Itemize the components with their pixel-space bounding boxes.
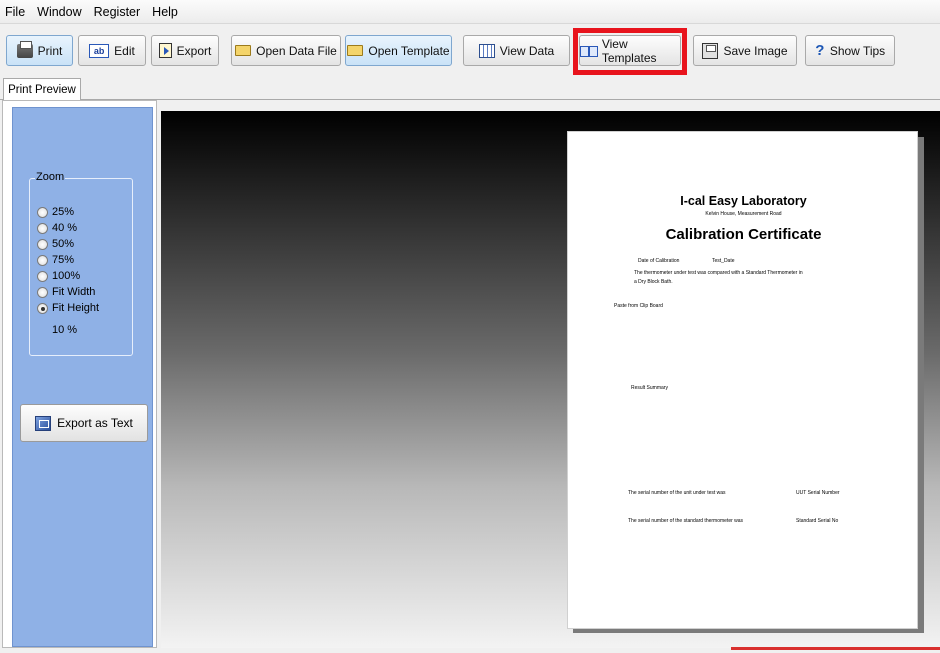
intro-line-2: a Dry Block Bath. bbox=[634, 279, 673, 285]
floppy-disk-icon bbox=[702, 42, 719, 59]
paste-note: Paste from Clip Board bbox=[614, 303, 663, 309]
open-data-file-button[interactable]: Open Data File bbox=[231, 35, 341, 66]
radio-button[interactable] bbox=[37, 238, 48, 250]
radio-button[interactable] bbox=[37, 254, 48, 266]
status-accent-line bbox=[731, 647, 940, 650]
date-value: Test_Date bbox=[712, 258, 735, 264]
print-label: Print bbox=[37, 43, 63, 58]
radio-button[interactable] bbox=[37, 270, 48, 282]
edit-label: Edit bbox=[114, 43, 135, 58]
toolbar: Print ab Edit Export Open Data File Open… bbox=[0, 29, 940, 71]
zoom-option-40[interactable]: 40 % bbox=[37, 222, 77, 234]
show-tips-button[interactable]: ? Show Tips bbox=[805, 35, 895, 66]
question-mark-icon: ? bbox=[815, 41, 825, 59]
menu-file[interactable]: File bbox=[2, 5, 34, 19]
left-panel-inner: Zoom 25% 40 % 50% 75% 100% Fit Width Fit… bbox=[12, 107, 153, 647]
lab-name: I-cal Easy Laboratory bbox=[680, 194, 807, 208]
serial-std-text: The serial number of the standard thermo… bbox=[628, 518, 744, 524]
zoom-option-label: 25% bbox=[52, 206, 75, 218]
zoom-option-fit-width[interactable]: Fit Width bbox=[37, 286, 95, 298]
serial-std-value: Standard Serial No bbox=[796, 518, 839, 524]
export-button[interactable]: Export bbox=[151, 35, 219, 66]
serial-unit-text: The serial number of the unit under test… bbox=[628, 490, 726, 496]
lab-address: Kelvin House, Measurement Road bbox=[705, 211, 782, 217]
menu-bar: File Window Register Help bbox=[0, 0, 940, 24]
left-panel: Zoom 25% 40 % 50% 75% 100% Fit Width Fit… bbox=[2, 100, 157, 648]
radio-button[interactable] bbox=[37, 206, 48, 218]
open-template-button[interactable]: Open Template bbox=[345, 35, 452, 66]
export-as-text-label: Export as Text bbox=[57, 416, 133, 430]
export-icon bbox=[158, 43, 172, 58]
zoom-option-label: 50% bbox=[52, 238, 75, 250]
app-window: File Window Register Help Print ab Edit … bbox=[0, 0, 940, 653]
printer-icon bbox=[16, 40, 33, 58]
print-button[interactable]: Print bbox=[6, 35, 73, 66]
intro-line-1: The thermometer under test was compared … bbox=[634, 270, 803, 276]
view-data-button[interactable]: View Data bbox=[463, 35, 570, 66]
tab-strip: Print Preview bbox=[0, 76, 940, 101]
export-label: Export bbox=[176, 43, 212, 58]
zoom-option-label: Fit Width bbox=[52, 286, 96, 298]
tab-print-preview[interactable]: Print Preview bbox=[3, 78, 81, 101]
menu-help[interactable]: Help bbox=[149, 5, 187, 19]
radio-button-selected[interactable] bbox=[37, 302, 48, 314]
certificate-title: Calibration Certificate bbox=[665, 226, 822, 243]
open-data-file-label: Open Data File bbox=[256, 43, 337, 58]
zoom-option-label: Fit Height bbox=[52, 302, 100, 314]
zoom-option-100[interactable]: 100% bbox=[37, 270, 80, 282]
zoom-option-fit-height[interactable]: Fit Height bbox=[37, 302, 99, 314]
result-summary-label: Result Summary bbox=[631, 385, 668, 391]
zoom-option-75[interactable]: 75% bbox=[37, 254, 74, 266]
serial-unit-value: UUT Serial Number bbox=[796, 490, 840, 496]
zoom-value: 10 % bbox=[52, 324, 78, 336]
save-image-label: Save Image bbox=[723, 43, 788, 58]
date-label: Date of Calibration bbox=[638, 258, 680, 264]
highlight-box bbox=[573, 28, 687, 75]
export-text-icon bbox=[35, 415, 52, 431]
table-icon bbox=[478, 43, 495, 58]
save-image-button[interactable]: Save Image bbox=[693, 35, 797, 66]
certificate-page: I-cal Easy Laboratory Kelvin House, Meas… bbox=[567, 131, 918, 629]
zoom-group: Zoom 25% 40 % 50% 75% 100% Fit Width Fit… bbox=[29, 171, 133, 356]
zoom-title: Zoom bbox=[35, 171, 66, 183]
show-tips-label: Show Tips bbox=[829, 43, 886, 58]
folder-icon bbox=[235, 45, 252, 56]
zoom-option-25[interactable]: 25% bbox=[37, 206, 74, 218]
zoom-option-label: 75% bbox=[52, 254, 75, 266]
menu-window[interactable]: Window bbox=[34, 5, 90, 19]
zoom-option-50[interactable]: 50% bbox=[37, 238, 74, 250]
radio-button[interactable] bbox=[37, 222, 48, 234]
edit-text-icon: ab bbox=[89, 43, 110, 58]
radio-button[interactable] bbox=[37, 286, 48, 298]
view-data-label: View Data bbox=[499, 43, 555, 58]
zoom-option-label: 40 % bbox=[52, 222, 78, 234]
zoom-option-label: 100% bbox=[52, 270, 81, 282]
edit-button[interactable]: ab Edit bbox=[78, 35, 146, 66]
menu-register[interactable]: Register bbox=[91, 5, 150, 19]
folder-icon bbox=[347, 45, 364, 56]
open-template-label: Open Template bbox=[368, 43, 450, 58]
export-as-text-button[interactable]: Export as Text bbox=[20, 404, 148, 442]
